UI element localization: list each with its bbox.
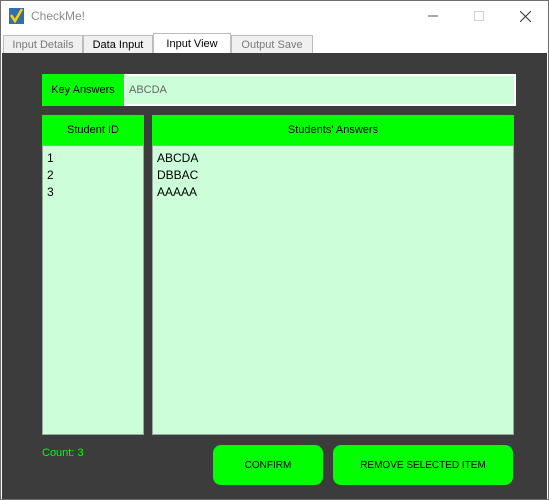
list-item[interactable]: DBBAC — [153, 167, 513, 184]
list-item[interactable]: 2 — [43, 167, 143, 184]
title-bar[interactable]: CheckMe! — [1, 1, 548, 31]
tab-bar: Input Details Data Input Input View Outp… — [1, 31, 548, 53]
app-window: CheckMe! Input Details Data Input Input … — [0, 0, 549, 500]
confirm-button[interactable]: CONFIRM — [213, 445, 323, 485]
minimize-icon — [428, 15, 438, 17]
remove-selected-item-button[interactable]: REMOVE SELECTED ITEM — [333, 445, 513, 485]
close-icon — [519, 10, 531, 22]
maximize-icon — [474, 11, 484, 21]
students-answers-header: Students' Answers — [152, 115, 514, 145]
close-button[interactable] — [502, 1, 548, 31]
student-id-header: Student ID — [42, 115, 144, 145]
maximize-button[interactable] — [456, 1, 502, 31]
list-item[interactable]: ABCDA — [153, 150, 513, 167]
window-title: CheckMe! — [31, 9, 86, 23]
checkmark-app-icon — [9, 8, 24, 24]
count-label: Count: 3 — [42, 447, 84, 459]
students-answers-list[interactable]: ABCDA DBBAC AAAAA — [152, 145, 514, 435]
tab-output-save[interactable]: Output Save — [231, 35, 313, 53]
key-answers-label: Key Answers — [42, 74, 124, 106]
tab-data-input[interactable]: Data Input — [83, 35, 153, 53]
list-item[interactable]: 1 — [43, 150, 143, 167]
key-answers-field[interactable]: ABCDA — [124, 74, 516, 106]
input-view-panel: Key Answers ABCDA Student ID Students' A… — [2, 53, 547, 499]
tab-input-details[interactable]: Input Details — [3, 35, 83, 53]
tab-input-view[interactable]: Input View — [153, 33, 231, 53]
student-id-list[interactable]: 1 2 3 — [42, 145, 144, 435]
list-item[interactable]: AAAAA — [153, 184, 513, 201]
list-item[interactable]: 3 — [43, 184, 143, 201]
minimize-button[interactable] — [410, 1, 456, 31]
